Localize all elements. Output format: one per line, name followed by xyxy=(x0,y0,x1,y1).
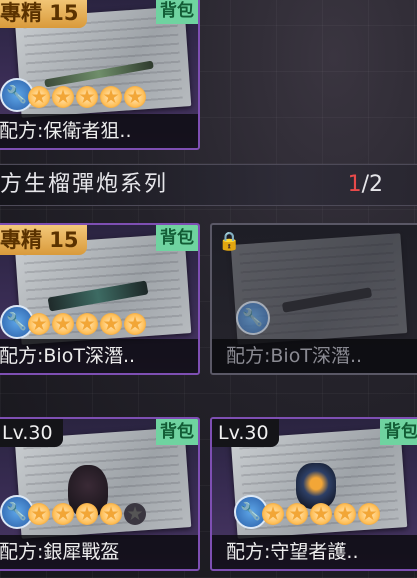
rarity-stars: ★ ★ ★ ★ ★ xyxy=(28,86,146,110)
wrench-icon: 🔧 xyxy=(236,301,270,335)
mastery-tag: 專精 15 xyxy=(0,0,87,28)
page-separator: / xyxy=(361,172,369,197)
page-total: 2 xyxy=(369,172,383,197)
star-icon: ★ xyxy=(28,86,50,108)
rarity-stars: ★ ★ ★ ★ ★ xyxy=(28,313,146,337)
star-icon: ★ xyxy=(262,503,284,525)
star-icon: ★ xyxy=(52,503,74,525)
star-icon: ★ xyxy=(76,313,98,335)
page-indicator: 1/2 xyxy=(348,165,383,205)
star-icon: ★ xyxy=(358,503,380,525)
mastery-tag: 專精 15 xyxy=(0,225,87,255)
star-icon: ★ xyxy=(124,86,146,108)
star-icon: ★ xyxy=(286,503,308,525)
rarity-stars: ★ ★ ★ ★ ★ xyxy=(262,503,380,527)
backpack-badge: 背包 xyxy=(380,419,417,445)
star-icon: ★ xyxy=(52,86,74,108)
star-icon: ★ xyxy=(334,503,356,525)
star-icon: ★ xyxy=(76,86,98,108)
level-tag: Lv.30 xyxy=(212,419,279,447)
recipe-card-5[interactable]: Lv.30 背包 🔧 ★ ★ ★ ★ ★ 配方:守望者護.. xyxy=(210,417,417,571)
lock-icon: 🔒 xyxy=(218,231,241,252)
recipe-card-3-locked[interactable]: 🔒 🔧 配方:BioT深潛.. xyxy=(210,223,417,375)
recipe-name: 配方:守望者護.. xyxy=(212,535,417,569)
star-icon: ★ xyxy=(124,313,146,335)
category-header: 方生榴彈炮系列 1/2 xyxy=(0,164,417,206)
backpack-badge: 背包 xyxy=(156,419,198,445)
rarity-stars: ★ ★ ★ ★ ★ xyxy=(28,503,146,527)
star-icon: ★ xyxy=(28,503,50,525)
level-tag: Lv.30 xyxy=(0,419,63,447)
star-icon: ★ xyxy=(52,313,74,335)
category-title: 方生榴彈炮系列 xyxy=(0,172,169,197)
backpack-badge: 背包 xyxy=(156,225,198,251)
page-current: 1 xyxy=(347,172,362,197)
backpack-badge: 背包 xyxy=(156,0,198,24)
recipe-name: 配方:保衛者狙.. xyxy=(0,114,198,148)
recipe-name: 配方:BioT深潛.. xyxy=(212,339,417,373)
star-icon: ★ xyxy=(310,503,332,525)
recipe-card-4[interactable]: Lv.30 背包 🔧 ★ ★ ★ ★ ★ 配方:銀犀戰盔 xyxy=(0,417,200,571)
star-icon: ★ xyxy=(100,503,122,525)
recipe-card-1[interactable]: 專精 15 背包 🔧 ★ ★ ★ ★ ★ 配方:保衛者狙.. xyxy=(0,0,200,150)
recipe-card-2[interactable]: 專精 15 背包 🔧 ★ ★ ★ ★ ★ 配方:BioT深潛.. xyxy=(0,223,200,375)
star-icon: ★ xyxy=(28,313,50,335)
star-icon: ★ xyxy=(76,503,98,525)
recipe-name: 配方:BioT深潛.. xyxy=(0,339,198,373)
recipe-name: 配方:銀犀戰盔 xyxy=(0,535,198,569)
star-icon: ★ xyxy=(100,86,122,108)
star-icon: ★ xyxy=(100,313,122,335)
star-empty-icon: ★ xyxy=(124,503,146,525)
